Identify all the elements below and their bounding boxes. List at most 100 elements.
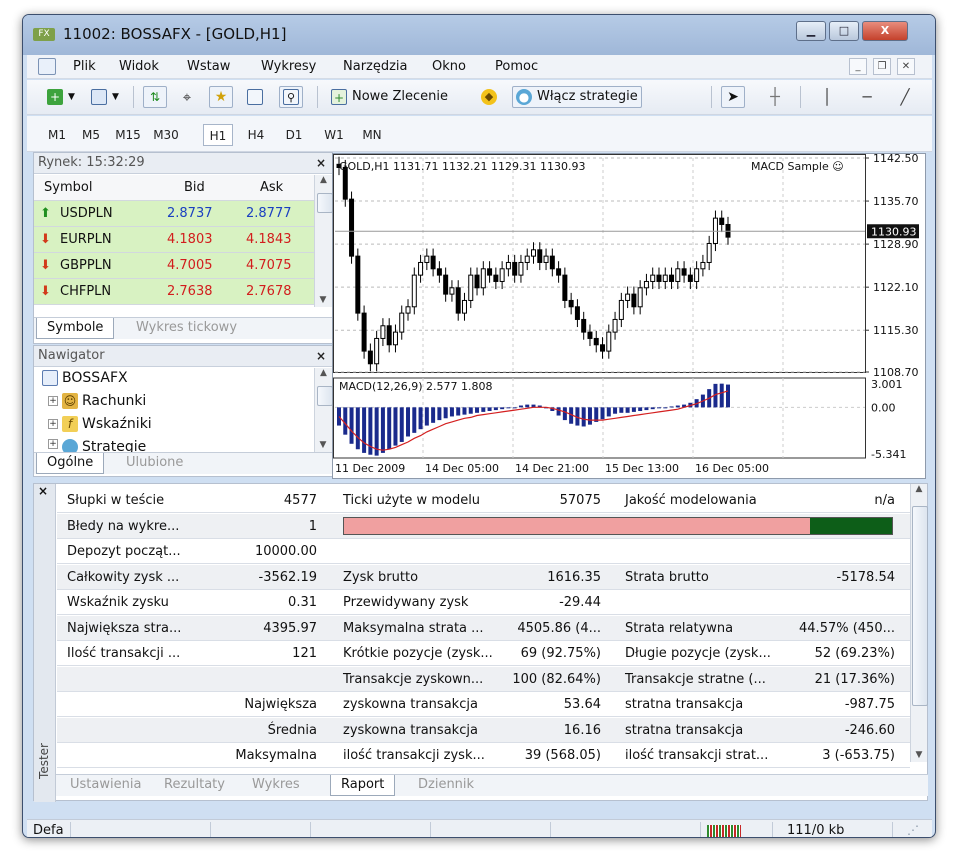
- trendline-tool-button[interactable]: ╱: [893, 86, 917, 108]
- navigator-panel: Nawigator × BOSSAFX + ☺ Rachunki + f Wskaźnik…: [33, 345, 333, 477]
- timeframe-h1[interactable]: H1: [203, 124, 233, 146]
- navigator-root[interactable]: BOSSAFX: [42, 370, 128, 386]
- menu-plik[interactable]: Plik: [73, 59, 96, 74]
- price-chart[interactable]: 1142.50 1135.70 1128.90 1122.10 1115.30 1108.…: [332, 153, 926, 479]
- tab-settings[interactable]: Ustawienia: [60, 775, 151, 796]
- report-label: Maksymalna strata ...: [343, 620, 484, 636]
- macd-bar: [387, 407, 392, 450]
- chart-canvas[interactable]: 1142.501135.701128.901122.101115.301108.…: [333, 154, 925, 478]
- mdi-close-button[interactable]: ✕: [897, 58, 915, 75]
- enable-strategies-button[interactable]: ● Włącz strategie: [512, 86, 642, 108]
- terminal-button[interactable]: [243, 86, 267, 108]
- horizontal-line-tool-button[interactable]: ─: [855, 86, 879, 108]
- timeframe-m1[interactable]: M1: [43, 124, 71, 146]
- macd-bar: [493, 407, 498, 411]
- navigator-item-indicators[interactable]: + f Wskaźniki: [48, 416, 152, 432]
- scrollbar-thumb[interactable]: [912, 506, 928, 706]
- tester-button[interactable]: ⚲: [279, 86, 303, 108]
- navigator-item-accounts[interactable]: + ☺ Rachunki: [48, 393, 146, 409]
- vertical-line-tool-button[interactable]: │: [815, 86, 839, 108]
- tab-journal[interactable]: Dziennik: [408, 775, 484, 796]
- menu-okno[interactable]: Okno: [432, 59, 466, 74]
- title-bar[interactable]: FX 11002: BOSSAFX - [GOLD,H1] ▁ □ X: [23, 15, 935, 55]
- timeframe-d1[interactable]: D1: [279, 124, 309, 146]
- market-watch-close-button[interactable]: ×: [316, 153, 326, 173]
- scroll-up-icon[interactable]: ▲: [315, 368, 332, 378]
- navigator-button[interactable]: ★: [209, 86, 233, 108]
- tab-favorites[interactable]: Ulubione: [116, 453, 193, 474]
- price-tick-label: 1122.10: [873, 281, 919, 294]
- tab-general[interactable]: Ogólne: [36, 453, 105, 474]
- column-ask[interactable]: Ask: [260, 175, 290, 200]
- timeframe-mn[interactable]: MN: [355, 124, 389, 146]
- market-row-gbppln[interactable]: ⬇ GBPPLN 4.7005 4.7075: [34, 253, 315, 279]
- candle: [568, 299, 574, 308]
- status-cell: [71, 822, 211, 837]
- market-scrollbar[interactable]: ▲ ▼: [314, 175, 333, 307]
- close-button[interactable]: X: [862, 21, 908, 41]
- timeframe-m5[interactable]: M5: [77, 124, 105, 146]
- report-scrollbar[interactable]: ▲ ▼: [910, 484, 928, 762]
- scroll-up-icon[interactable]: ▲: [911, 484, 927, 494]
- candle: [355, 255, 361, 314]
- tab-symbols[interactable]: Symbole: [36, 318, 115, 339]
- metaeditor-button[interactable]: ◆: [477, 86, 501, 108]
- mdi-minimize-button[interactable]: _: [849, 58, 867, 75]
- market-row-eurpln[interactable]: ⬇ EURPLN 4.1803 4.1843: [34, 227, 315, 253]
- new-order-button[interactable]: + Nowe Zlecenie: [327, 86, 452, 108]
- candle: [430, 255, 436, 270]
- menu-narzedzia[interactable]: Narzędzia: [343, 59, 408, 74]
- market-row-usdpln[interactable]: ⬆ USDPLN 2.8737 2.8777: [34, 201, 315, 227]
- main-window: FX 11002: BOSSAFX - [GOLD,H1] ▁ □ X Plik…: [22, 14, 936, 838]
- timeframe-w1[interactable]: W1: [319, 124, 349, 146]
- maximize-button[interactable]: □: [829, 21, 859, 41]
- macd-bar: [437, 407, 442, 421]
- scrollbar-thumb[interactable]: [317, 193, 333, 213]
- expand-icon[interactable]: +: [48, 396, 58, 406]
- menu-pomoc[interactable]: Pomoc: [495, 59, 538, 74]
- column-symbol[interactable]: Symbol: [44, 175, 92, 200]
- scroll-down-icon[interactable]: ▼: [315, 440, 331, 450]
- market-watch-button[interactable]: ⇅: [143, 86, 167, 108]
- profiles-button[interactable]: ▼: [87, 86, 123, 108]
- new-chart-button[interactable]: + ▼: [43, 86, 79, 108]
- timeframe-h4[interactable]: H4: [241, 124, 271, 146]
- expand-icon[interactable]: +: [48, 419, 58, 429]
- column-bid[interactable]: Bid: [184, 175, 214, 200]
- navigator-item-strategies[interactable]: + Strategie: [48, 439, 146, 452]
- timeframe-m15[interactable]: M15: [111, 124, 145, 146]
- report-label: Transakcje zyskown...: [343, 671, 484, 687]
- data-window-button[interactable]: ⌖: [175, 86, 199, 108]
- menu-wstaw[interactable]: Wstaw: [187, 59, 230, 74]
- macd-bar: [656, 407, 661, 409]
- navigator-scrollbar[interactable]: ▲ ▼: [314, 368, 333, 452]
- report-label: Ticki użyte w modelu: [343, 493, 481, 508]
- minimize-button[interactable]: ▁: [796, 21, 826, 41]
- crosshair-tool-button[interactable]: ┼: [763, 86, 787, 108]
- menu-widok[interactable]: Widok: [119, 59, 159, 74]
- tab-tick-chart[interactable]: Wykres tickowy: [126, 318, 247, 339]
- expand-icon[interactable]: +: [48, 439, 58, 449]
- status-cell: [211, 822, 311, 837]
- candle: [625, 293, 631, 301]
- scroll-down-icon[interactable]: ▼: [315, 295, 331, 305]
- resize-grip-icon[interactable]: ⋰: [907, 823, 919, 837]
- tab-report[interactable]: Raport: [330, 775, 396, 796]
- tester-close-button[interactable]: ×: [38, 484, 48, 498]
- tab-results[interactable]: Rezultaty: [154, 775, 235, 796]
- scroll-up-icon[interactable]: ▲: [315, 175, 332, 185]
- price-tick-label: 1142.50: [873, 154, 919, 165]
- candle: [374, 337, 380, 365]
- scroll-down-icon[interactable]: ▼: [911, 750, 927, 760]
- market-row-chfpln[interactable]: ⬇ CHFPLN 2.7638 2.7678: [34, 279, 315, 305]
- menu-wykresy[interactable]: Wykresy: [261, 59, 316, 74]
- macd-bar: [462, 407, 467, 415]
- navigator-close-button[interactable]: ×: [316, 346, 326, 366]
- macd-bar: [525, 404, 530, 408]
- timeframe-m30[interactable]: M30: [149, 124, 183, 146]
- tab-graph[interactable]: Wykres: [242, 775, 310, 796]
- cursor-tool-button[interactable]: ➤: [721, 86, 745, 108]
- scrollbar-thumb[interactable]: [317, 386, 333, 406]
- report-label: Ilość transakcji ...: [67, 646, 181, 661]
- mdi-restore-button[interactable]: ❐: [873, 58, 891, 75]
